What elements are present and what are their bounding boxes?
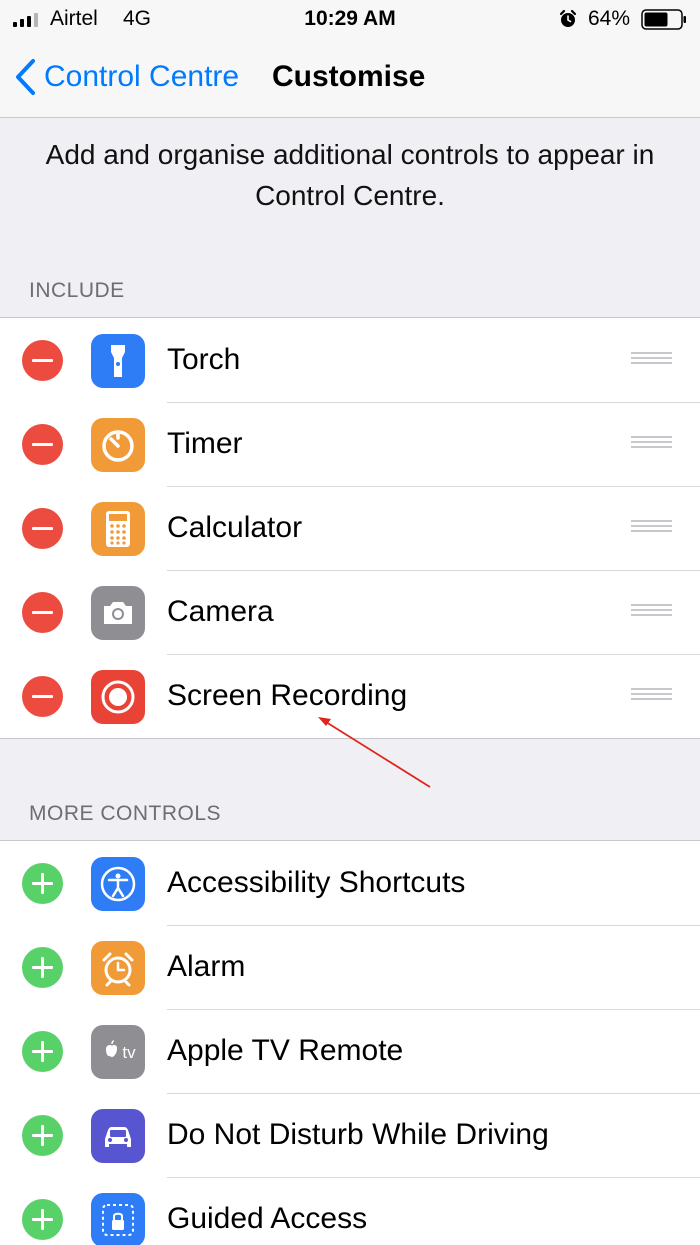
calculator-icon (91, 502, 145, 556)
screen-recording-icon (91, 670, 145, 724)
page-title: Customise (272, 60, 426, 93)
item-label: Torch (167, 343, 241, 376)
add-button[interactable] (22, 1199, 63, 1240)
reorder-handle[interactable] (631, 352, 672, 368)
item-label: Accessibility Shortcuts (167, 866, 466, 899)
item-label: Screen Recording (167, 679, 408, 712)
list-item: Camera (0, 570, 700, 654)
list-item: Do Not Disturb While Driving (0, 1093, 700, 1177)
back-label: Control Centre (44, 60, 240, 93)
include-header: INCLUDE (29, 279, 125, 302)
alarm-icon (91, 941, 145, 995)
remove-button[interactable] (22, 676, 63, 717)
list-item: Timer (0, 402, 700, 486)
list-item: Torch (0, 318, 700, 402)
item-label: Timer (167, 427, 243, 460)
remove-button[interactable] (22, 424, 63, 465)
list-item: Calculator (0, 486, 700, 570)
list-item: Accessibility Shortcuts (0, 841, 700, 925)
add-button[interactable] (22, 1115, 63, 1156)
item-label: Apple TV Remote (167, 1034, 404, 1067)
apple-tv-icon: tv (91, 1025, 145, 1079)
battery-icon (641, 9, 686, 30)
add-button[interactable] (22, 947, 63, 988)
apple-tv-icon-text: tv (122, 1043, 136, 1062)
list-item: Guided Access (0, 1177, 700, 1245)
reorder-handle[interactable] (631, 604, 672, 620)
camera-icon (91, 586, 145, 640)
add-button[interactable] (22, 1031, 63, 1072)
item-label: Calculator (167, 511, 303, 544)
top-bar: Airtel 4G 10:29 AM 64% Control Centre Cu… (0, 0, 700, 118)
item-label: Alarm (167, 950, 246, 983)
item-label: Guided Access (167, 1202, 368, 1235)
list-item: Alarm (0, 925, 700, 1009)
add-button[interactable] (22, 863, 63, 904)
remove-button[interactable] (22, 340, 63, 381)
accessibility-icon (91, 857, 145, 911)
torch-icon (91, 334, 145, 388)
item-label: Do Not Disturb While Driving (167, 1118, 549, 1151)
more-controls-list: Accessibility Shortcuts Alarm tv Apple T… (0, 840, 700, 1245)
reorder-handle[interactable] (631, 520, 672, 536)
car-icon (91, 1109, 145, 1163)
battery-percentage: 64% (588, 7, 631, 30)
more-controls-header: MORE CONTROLS (29, 802, 222, 825)
remove-button[interactable] (22, 508, 63, 549)
list-item: tv Apple TV Remote (0, 1009, 700, 1093)
timer-icon (91, 418, 145, 472)
reorder-handle[interactable] (631, 436, 672, 452)
description-text: Add and organise additional controls to … (45, 139, 655, 211)
reorder-handle[interactable] (631, 688, 672, 704)
navigation-bar: Control Centre Customise (0, 48, 700, 108)
chevron-left-icon (16, 59, 35, 95)
item-label: Camera (167, 595, 274, 628)
list-item: Screen Recording (0, 654, 700, 738)
alarm-indicator-icon (559, 9, 577, 27)
include-list: Torch Timer Calculator Camera Screen Rec… (0, 317, 700, 739)
status-bar: Airtel 4G 10:29 AM 64% (0, 0, 700, 40)
remove-button[interactable] (22, 592, 63, 633)
guided-access-icon (91, 1193, 145, 1245)
back-button[interactable]: Control Centre (14, 58, 239, 96)
